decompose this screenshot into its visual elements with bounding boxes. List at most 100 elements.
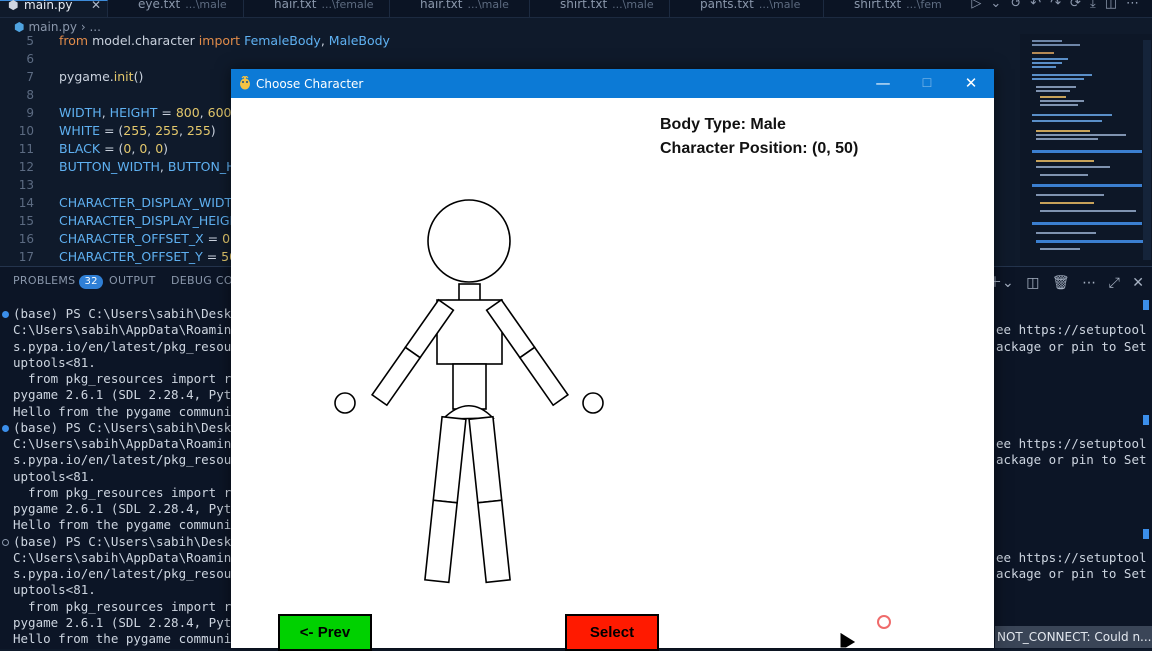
tab-dir: ...\male (758, 0, 801, 11)
terminal-line: (base) PS C:\Users\sabih\Deskto (13, 306, 247, 321)
command-status-dot-icon[interactable] (2, 538, 9, 546)
history-icon[interactable]: ↺ (1010, 0, 1030, 11)
tab-label: hair.txt (274, 0, 317, 11)
right-shin (476, 499, 511, 584)
line-number: 7 (26, 70, 34, 84)
right-thigh (468, 415, 503, 504)
code-line: CHARACTER_DISPLAY_HEIGHT (59, 213, 247, 228)
minimap-line (1036, 194, 1104, 196)
left-forearm (370, 346, 422, 407)
prev-button[interactable]: <- Prev (278, 614, 372, 651)
terminal-line: s.pypa.io/en/latest/pkg_resour (13, 338, 239, 354)
scroll-marker (1143, 415, 1149, 425)
tab-dir: ...\male (612, 0, 654, 11)
maximize-panel-icon[interactable]: ⤢ (1109, 275, 1120, 291)
tab-problems[interactable]: PROBLEMS 32 (13, 274, 103, 289)
minimap[interactable] (1020, 34, 1152, 266)
split-terminal-icon[interactable]: ◫ (1026, 275, 1039, 291)
terminal-line: Hello from the pygame community (13, 517, 247, 533)
command-status-dot-icon[interactable] (2, 311, 9, 318)
line-number: 5 (26, 34, 34, 48)
minimap-line (1040, 174, 1088, 176)
sync-icon[interactable]: ⟳ (1070, 0, 1090, 11)
trash-icon[interactable]: 🗑 (1052, 275, 1070, 291)
tab-label: OUTPUT (109, 274, 156, 287)
line-number: 10 (18, 124, 34, 138)
line-number: 11 (18, 142, 34, 156)
minimap-line (1032, 184, 1142, 187)
waist (452, 363, 487, 410)
minimize-button[interactable]: — (861, 69, 905, 98)
minimap-line (1036, 232, 1096, 234)
line-number: 14 (18, 196, 34, 210)
run-icon[interactable]: ▷ (971, 0, 990, 11)
terminal-scrollbar[interactable] (1143, 300, 1149, 640)
minimap-line (1032, 58, 1068, 60)
tab-output[interactable]: OUTPUT (109, 274, 156, 287)
breadcrumb-file[interactable]: main.py (28, 20, 77, 34)
right-forearm (518, 346, 570, 407)
terminal-line: C:\Users\sabih\AppData\Roaming (13, 436, 239, 451)
minimap-line (1032, 150, 1142, 153)
choose-character-window: Choose Character — ☐ ✕ Body Type: Male C… (231, 69, 994, 651)
editor-scrollbar[interactable] (1143, 40, 1151, 260)
minimap-line (1032, 222, 1142, 225)
minimap-line (1036, 134, 1126, 136)
redo-icon[interactable]: ↷ (1050, 0, 1070, 11)
game-canvas[interactable]: Body Type: Male Character Position: (0, … (231, 98, 994, 651)
terminal-line: from pkg_resources import re (13, 484, 239, 500)
tab-shirt-female[interactable]: shirt.txt ...\fem (824, 0, 942, 17)
tab-hair-female[interactable]: hair.txt ...\female (244, 0, 390, 17)
code-line: WIDTH, HEIGHT = 800, 600 (59, 105, 232, 120)
minimap-line (1032, 52, 1054, 54)
window-titlebar[interactable]: Choose Character — ☐ ✕ (231, 69, 994, 98)
code-line: CHARACTER_OFFSET_Y = 50 (59, 249, 238, 264)
close-tab-icon[interactable]: ✕ (91, 0, 101, 11)
dropdown-icon[interactable]: ⌄ (990, 0, 1010, 11)
line-number: 8 (26, 88, 34, 102)
close-panel-icon[interactable]: ✕ (1132, 275, 1144, 291)
more-icon[interactable]: ⋯ (1126, 0, 1148, 11)
close-button[interactable]: ✕ (949, 69, 993, 98)
download-icon[interactable]: ⤓ (1090, 0, 1105, 11)
tab-pants-male[interactable]: pants.txt ...\male (670, 0, 824, 17)
minimap-line (1032, 62, 1062, 64)
right-hand (582, 392, 604, 414)
undo-icon[interactable]: ↶ (1030, 0, 1050, 11)
minimap-line (1040, 210, 1136, 212)
character-figure (334, 199, 604, 584)
tab-hair-male[interactable]: hair.txt ...\male (390, 0, 530, 17)
minimap-line (1032, 66, 1056, 68)
minimap-line (1040, 248, 1080, 250)
tab-main-py[interactable]: ⬢ main.py ✕ (0, 0, 108, 17)
python-file-icon: ⬢ (8, 0, 19, 12)
mouse-pointer-icon (839, 632, 857, 648)
terminal-line: uptools<81. (13, 354, 96, 370)
maximize-button[interactable]: ☐ (905, 69, 949, 98)
command-status-dot-icon[interactable] (2, 424, 9, 432)
tab-dir: ...\fem (906, 0, 942, 11)
tab-eye-txt[interactable]: eye.txt ...\male (108, 0, 244, 17)
terminal-line: uptools<81. (13, 582, 96, 598)
tab-label: main.py (24, 0, 73, 12)
tab-dir: ...\female (321, 0, 374, 11)
line-number: 16 (18, 232, 34, 246)
notification-toast[interactable]: NOT_CONNECT: Could n... (995, 626, 1152, 648)
tab-shirt-male[interactable]: shirt.txt ...\male (530, 0, 670, 17)
breadcrumb-more[interactable]: ... (89, 20, 100, 34)
select-button[interactable]: Select (565, 614, 659, 651)
minimap-line (1036, 86, 1076, 88)
minimap-line (1032, 40, 1062, 42)
code-line: WHITE = (255, 255, 255) (59, 123, 216, 138)
tab-label: PROBLEMS (13, 274, 76, 287)
minimap-line (1040, 96, 1066, 98)
editor-actions: ▷⌄↺↶↷⟳⤓◫⋯ (971, 0, 1148, 11)
code-line: pygame.init() (59, 69, 144, 84)
line-number: 13 (18, 178, 34, 192)
terminal-line: ee https://setuptool (996, 322, 1147, 338)
minimap-line (1036, 160, 1094, 162)
minimap-line (1036, 240, 1146, 243)
terminal-line: s.pypa.io/en/latest/pkg_resour (13, 452, 239, 468)
split-editor-icon[interactable]: ◫ (1105, 0, 1126, 11)
more-icon[interactable]: ⋯ (1082, 275, 1096, 291)
